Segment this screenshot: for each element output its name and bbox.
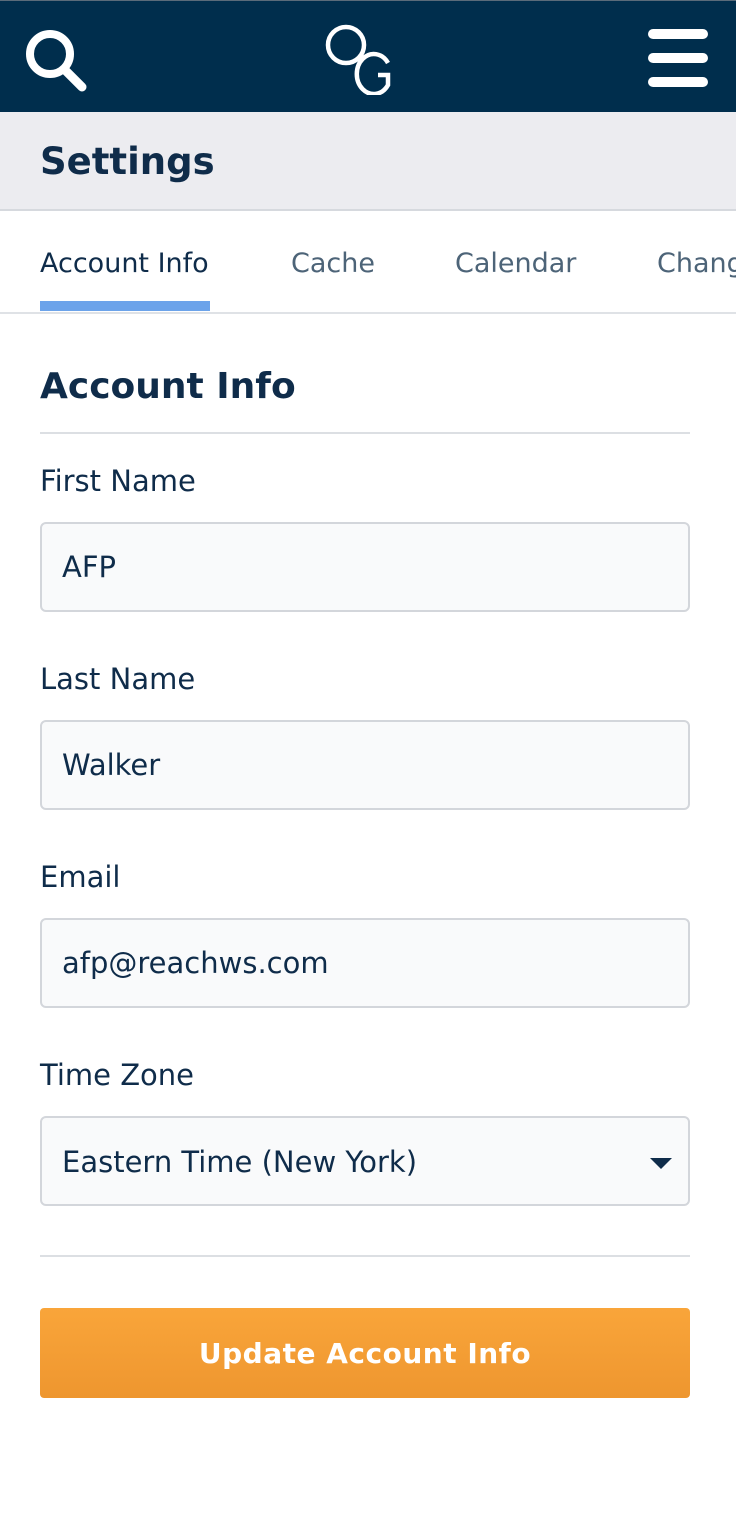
caret-down-icon xyxy=(650,1158,672,1169)
page-title: Settings xyxy=(40,140,215,183)
time-zone-value: Eastern Time (New York) xyxy=(62,1145,418,1179)
time-zone-label: Time Zone xyxy=(40,1058,195,1092)
tab-cache[interactable]: Cache xyxy=(291,247,375,281)
settings-tabs: Account Info Cache Calendar Chang xyxy=(0,211,736,314)
first-name-field[interactable] xyxy=(40,522,690,612)
search-button[interactable] xyxy=(22,25,90,93)
top-nav-bar xyxy=(0,0,736,112)
search-icon xyxy=(26,30,87,92)
og-logo-icon xyxy=(325,24,391,97)
last-name-field[interactable] xyxy=(40,720,690,810)
divider xyxy=(40,432,690,434)
time-zone-select[interactable]: Eastern Time (New York) xyxy=(40,1116,690,1206)
tab-calendar[interactable]: Calendar xyxy=(455,247,576,281)
email-field[interactable] xyxy=(40,918,690,1008)
section-title: Account Info xyxy=(40,366,296,407)
update-account-info-button[interactable]: Update Account Info xyxy=(40,1308,690,1398)
first-name-label: First Name xyxy=(40,464,196,498)
tab-account-info[interactable]: Account Info xyxy=(40,247,209,281)
hamburger-menu-icon xyxy=(648,29,708,39)
og-logo[interactable] xyxy=(322,17,402,97)
last-name-label: Last Name xyxy=(40,662,196,696)
tab-change[interactable]: Chang xyxy=(657,247,736,281)
email-label: Email xyxy=(40,860,121,894)
active-tab-indicator xyxy=(40,301,210,311)
divider xyxy=(40,1255,690,1257)
menu-button[interactable] xyxy=(644,27,712,89)
